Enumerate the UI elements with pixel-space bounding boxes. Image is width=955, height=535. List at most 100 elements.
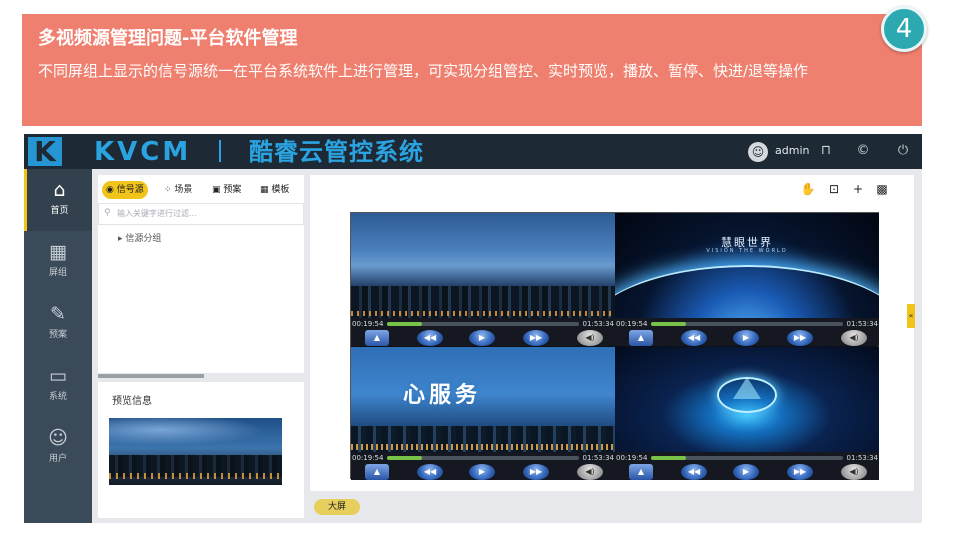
elapsed-time: 00:19:54 — [352, 454, 384, 462]
video-tile-city-skyline[interactable]: 00:19:54 01:53:34 ▲ ◀◀ ▶ ▶▶ ◀) — [351, 213, 615, 346]
screen-group-icon: ▦ — [49, 241, 67, 263]
volume-icon[interactable]: ◀) — [577, 330, 603, 346]
plus-icon[interactable]: + — [850, 181, 866, 197]
brand-system-name: 酷睿云管控系统 — [249, 138, 424, 166]
eject-icon[interactable]: ▲ — [365, 330, 389, 346]
plan-icon: ▣ — [212, 185, 224, 195]
play-icon[interactable]: ▶ — [469, 330, 495, 346]
tile-title: 心服务 — [403, 383, 482, 408]
tree-item-source-group[interactable]: ▸ 信源分组 — [118, 231, 161, 244]
chart-icon[interactable]: ⊡ — [826, 181, 842, 197]
plan-icon: ✎ — [50, 303, 66, 325]
lock-icon[interactable]: ⊓ — [817, 142, 835, 160]
fast-forward-icon[interactable]: ▶▶ — [787, 464, 813, 480]
player-controls: 00:19:54 01:53:34 ▲ ◀◀ ▶ ▶▶ ◀) — [351, 452, 615, 480]
sidebar-item-home[interactable]: ⌂ 首页 — [24, 169, 92, 231]
rewind-icon[interactable]: ◀◀ — [681, 330, 707, 346]
sidebar-item-label: 首页 — [50, 206, 69, 216]
sidebar-item-label: 预案 — [48, 330, 67, 340]
volume-icon[interactable]: ◀) — [577, 464, 603, 480]
volume-icon[interactable]: ◀) — [841, 464, 867, 480]
progress-bar[interactable] — [387, 456, 579, 460]
tile-subtitle: VISION THE WORLD — [706, 248, 788, 254]
total-time: 01:53:34 — [582, 320, 614, 328]
slide: 多视频源管理问题-平台软件管理 不同屏组上显示的信号源统一在平台系统软件上进行管… — [0, 0, 955, 535]
monitor-icon: ▭ — [49, 365, 67, 387]
video-wall-area: ✋ ⊡ + ▩ 00:19:54 01:53:34 ▲ ◀◀ ▶ ▶▶ ◀) 慧… — [310, 175, 914, 491]
video-tile-vision-world[interactable]: 慧眼世界 VISION THE WORLD 00:19:54 01:53:34 … — [615, 213, 879, 346]
preview-title: 预览信息 — [112, 396, 152, 407]
user-icon[interactable]: ☺ — [748, 142, 768, 162]
source-tabs: ◉ 信号源 ⁘ 场景 ▣ 预案 ▦ 模板 — [102, 179, 302, 199]
preview-thumbnail — [109, 418, 282, 485]
user-icon: ☺ — [48, 427, 68, 449]
tab-signal-source[interactable]: ◉ 信号源 — [102, 181, 148, 199]
tab-template[interactable]: ▦ 模板 — [256, 181, 293, 199]
progress-bar[interactable] — [651, 456, 843, 460]
tab-plan[interactable]: ▣ 预案 — [208, 181, 245, 199]
total-time: 01:53:34 — [582, 454, 614, 462]
sidebar-nav: ⌂ 首页 ▦ 屏组 ✎ 预案 ▭ 系统 ☺ 用户 — [24, 169, 92, 523]
sidebar-item-label: 用户 — [48, 454, 67, 464]
eject-icon[interactable]: ▲ — [629, 330, 653, 346]
progress-bar[interactable] — [387, 322, 579, 326]
preview-panel: 预览信息 — [98, 382, 304, 518]
user-name[interactable]: admin — [775, 144, 809, 157]
elapsed-time: 00:19:54 — [616, 320, 648, 328]
search-input[interactable]: 输入关键字进行过滤... — [98, 203, 304, 225]
play-icon[interactable]: ▶ — [733, 330, 759, 346]
sidebar-item-screen-group[interactable]: ▦ 屏组 — [24, 231, 92, 293]
video-tile-tech-network[interactable]: 00:19:54 01:53:34 ▲ ◀◀ ▶ ▶▶ ◀) — [615, 347, 879, 480]
horizontal-scrollbar[interactable] — [98, 373, 304, 379]
rewind-icon[interactable]: ◀◀ — [417, 330, 443, 346]
player-controls: 00:19:54 01:53:34 ▲ ◀◀ ▶ ▶▶ ◀) — [615, 318, 879, 346]
big-screen-tab[interactable]: 大屏 — [314, 499, 361, 515]
step-badge: 4 — [881, 6, 927, 52]
total-time: 01:53:34 — [846, 454, 878, 462]
qrcode-icon[interactable]: ▩ — [874, 181, 890, 197]
header-banner: 多视频源管理问题-平台软件管理 不同屏组上显示的信号源统一在平台系统软件上进行管… — [22, 14, 922, 126]
power-icon[interactable]: ⏻ — [894, 142, 912, 160]
home-icon: ⌂ — [53, 179, 66, 201]
source-panel: ◉ 信号源 ⁘ 场景 ▣ 预案 ▦ 模板 输入关键字进行过滤... ⚲ ▸ 信源… — [98, 175, 304, 379]
rewind-icon[interactable]: ◀◀ — [681, 464, 707, 480]
eject-icon[interactable]: ▲ — [365, 464, 389, 480]
template-icon: ▦ — [260, 185, 272, 195]
fast-forward-icon[interactable]: ▶▶ — [523, 330, 549, 346]
kvcm-logo-icon: K — [28, 137, 62, 166]
volume-icon[interactable]: ◀) — [841, 330, 867, 346]
fast-forward-icon[interactable]: ▶▶ — [523, 464, 549, 480]
kvcm-app-window: K KVCM 酷睿云管控系统 ☺ admin ⊓ © ⏻ ⌂ 首页 ▦ 屏组 ✎… — [24, 134, 922, 523]
sidebar-item-user[interactable]: ☺ 用户 — [24, 417, 92, 479]
eject-icon[interactable]: ▲ — [629, 464, 653, 480]
copyright-icon[interactable]: © — [854, 142, 872, 160]
scrollbar-thumb[interactable] — [98, 374, 204, 378]
sidebar-item-label: 系统 — [48, 392, 67, 402]
rewind-icon[interactable]: ◀◀ — [417, 464, 443, 480]
banner-description: 不同屏组上显示的信号源统一在平台系统软件上进行管理，可实现分组管控、实时预览，播… — [38, 62, 809, 80]
brand-separator — [219, 140, 221, 162]
elapsed-time: 00:19:54 — [352, 320, 384, 328]
banner-title: 多视频源管理问题-平台软件管理 — [38, 28, 298, 49]
collapse-panel-toggle[interactable]: « — [907, 304, 915, 328]
signal-icon: ◉ — [106, 185, 117, 195]
fast-forward-icon[interactable]: ▶▶ — [787, 330, 813, 346]
search-icon: ⚲ — [104, 208, 111, 218]
player-controls: 00:19:54 01:53:34 ▲ ◀◀ ▶ ▶▶ ◀) — [615, 452, 879, 480]
scene-icon: ⁘ — [164, 185, 175, 195]
sidebar-item-system[interactable]: ▭ 系统 — [24, 355, 92, 417]
video-tile-service[interactable]: 心服务 00:19:54 01:53:34 ▲ ◀◀ ▶ ▶▶ ◀) — [351, 347, 615, 480]
total-time: 01:53:34 — [846, 320, 878, 328]
play-icon[interactable]: ▶ — [469, 464, 495, 480]
elapsed-time: 00:19:54 — [616, 454, 648, 462]
hand-icon[interactable]: ✋ — [800, 181, 816, 197]
video-wall: 00:19:54 01:53:34 ▲ ◀◀ ▶ ▶▶ ◀) 慧眼世界 VISI… — [350, 212, 879, 480]
app-topbar: K KVCM 酷睿云管控系统 ☺ admin ⊓ © ⏻ — [24, 134, 922, 169]
player-controls: 00:19:54 01:53:34 ▲ ◀◀ ▶ ▶▶ ◀) — [351, 318, 615, 346]
brand-name: KVCM — [94, 137, 192, 167]
progress-bar[interactable] — [651, 322, 843, 326]
tab-scene[interactable]: ⁘ 场景 — [160, 181, 196, 199]
sidebar-item-plan[interactable]: ✎ 预案 — [24, 293, 92, 355]
play-icon[interactable]: ▶ — [733, 464, 759, 480]
sidebar-item-label: 屏组 — [48, 268, 67, 278]
